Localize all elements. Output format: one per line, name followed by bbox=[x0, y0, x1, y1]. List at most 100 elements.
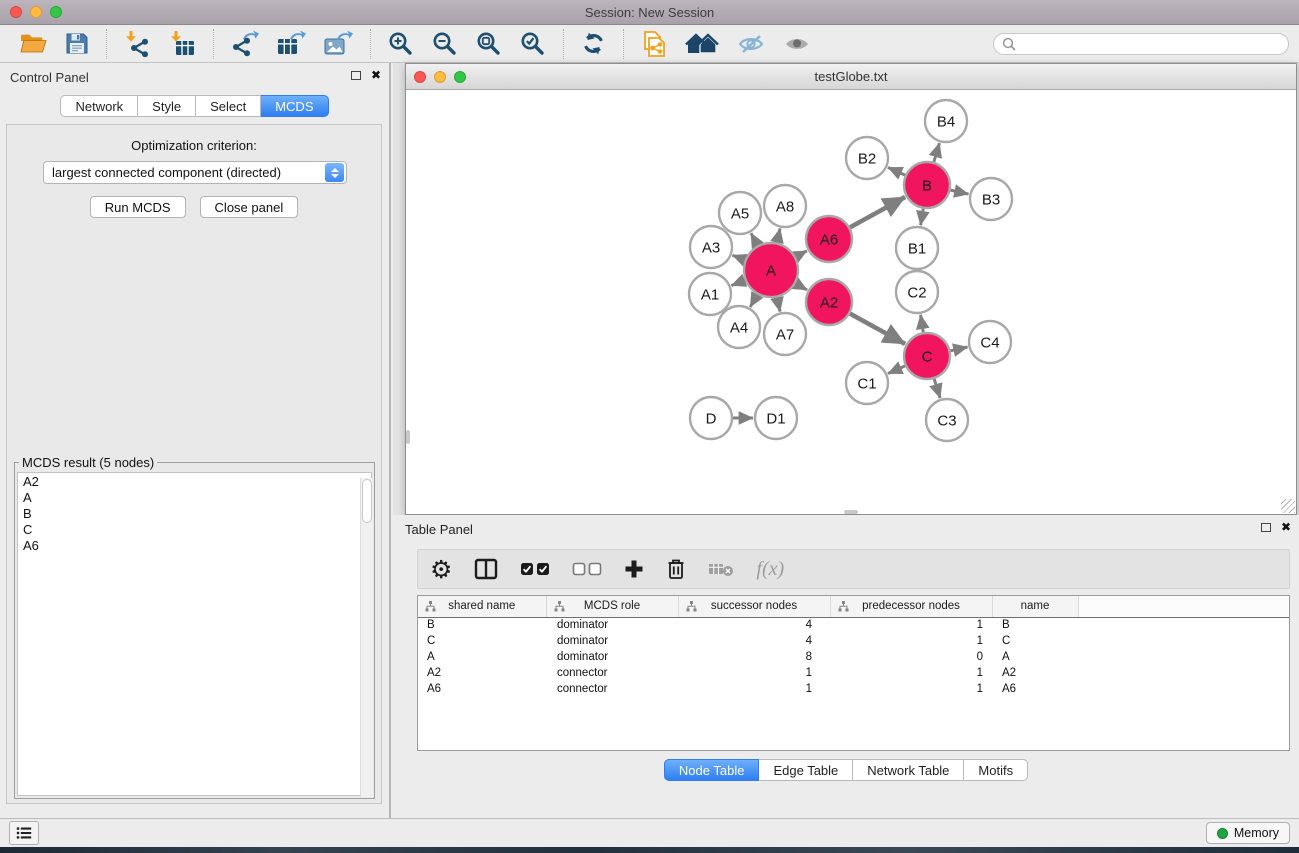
search-input[interactable] bbox=[1021, 36, 1280, 52]
result-item[interactable]: A2 bbox=[23, 474, 371, 490]
close-window-button[interactable] bbox=[10, 6, 22, 18]
delete-column-button[interactable] bbox=[666, 558, 686, 580]
graph-edge-A-A8[interactable] bbox=[777, 228, 780, 242]
graph-edge-A-A2[interactable] bbox=[796, 284, 808, 290]
graph-node-A8[interactable]: A8 bbox=[764, 185, 806, 227]
graph-node-D[interactable]: D bbox=[690, 397, 732, 439]
deselect-all-columns-button[interactable] bbox=[572, 562, 602, 576]
graph-node-A7[interactable]: A7 bbox=[764, 313, 806, 355]
column-header-name[interactable]: name bbox=[992, 596, 1078, 617]
minimize-network-window-button[interactable] bbox=[434, 71, 446, 83]
zoom-out-button[interactable] bbox=[427, 29, 463, 59]
result-item[interactable]: C bbox=[23, 522, 371, 538]
duplicate-network-button[interactable] bbox=[636, 28, 672, 60]
graph-edge-C-C2[interactable] bbox=[921, 315, 924, 333]
graph-node-B3[interactable]: B3 bbox=[970, 178, 1012, 220]
graph-edge-A-A1[interactable] bbox=[731, 280, 745, 285]
export-network-button[interactable] bbox=[226, 28, 264, 59]
scrollbar-thumb[interactable] bbox=[362, 479, 372, 523]
close-panel-icon[interactable]: ✖ bbox=[371, 70, 381, 80]
network-canvas[interactable]: B4B2BB3B1A5A8A6A3AA1C2A2A4A7C4CC1C3DD1 bbox=[406, 90, 1296, 514]
graph-node-C3[interactable]: C3 bbox=[926, 399, 968, 441]
table-row[interactable]: Cdominator41C bbox=[418, 633, 1289, 649]
table-settings-button[interactable]: ⚙ bbox=[430, 557, 452, 582]
add-column-button[interactable] bbox=[624, 559, 644, 579]
result-scrollbar[interactable] bbox=[360, 478, 373, 797]
graph-node-C1[interactable]: C1 bbox=[846, 362, 888, 404]
graph-node-B4[interactable]: B4 bbox=[925, 100, 967, 142]
result-item[interactable]: A bbox=[23, 490, 371, 506]
graph-edge-B-B2[interactable] bbox=[888, 167, 905, 175]
graph-node-D1[interactable]: D1 bbox=[755, 397, 797, 439]
import-network-button[interactable] bbox=[119, 28, 156, 59]
graph-node-C2[interactable]: C2 bbox=[896, 271, 938, 313]
graph-edge-C-C3[interactable] bbox=[934, 379, 940, 398]
run-mcds-button[interactable]: Run MCDS bbox=[90, 196, 186, 218]
graph-edge-A-A5[interactable] bbox=[751, 233, 758, 245]
tab-network[interactable]: Network bbox=[60, 95, 138, 117]
tab-mcds[interactable]: MCDS bbox=[261, 95, 328, 117]
column-header-shared-name[interactable]: shared name bbox=[418, 596, 546, 617]
zoom-selected-button[interactable] bbox=[515, 29, 551, 59]
table-row[interactable]: Bdominator41B bbox=[418, 617, 1289, 633]
close-network-window-button[interactable] bbox=[414, 71, 426, 83]
tab-select[interactable]: Select bbox=[196, 95, 261, 117]
graph-edge-A-A6[interactable] bbox=[796, 251, 807, 257]
zoom-network-window-button[interactable] bbox=[454, 71, 466, 83]
graph-node-A6[interactable]: A6 bbox=[806, 216, 852, 262]
graph-edge-B-B4[interactable] bbox=[934, 143, 940, 162]
import-table-button[interactable] bbox=[164, 28, 201, 59]
task-history-button[interactable] bbox=[9, 821, 39, 845]
tab-edge-table[interactable]: Edge Table bbox=[759, 759, 853, 781]
show-all-button[interactable] bbox=[778, 30, 816, 58]
delete-table-button[interactable] bbox=[708, 561, 734, 577]
graph-edge-C-C1[interactable] bbox=[888, 366, 905, 374]
resize-grip[interactable] bbox=[1281, 499, 1295, 513]
graph-node-C[interactable]: C bbox=[904, 333, 950, 379]
graph-node-A4[interactable]: A4 bbox=[718, 306, 760, 348]
zoom-fit-button[interactable] bbox=[471, 29, 507, 59]
graph-edge-A-A7[interactable] bbox=[777, 297, 780, 311]
memory-button[interactable]: Memory bbox=[1206, 822, 1290, 844]
zoom-in-button[interactable] bbox=[383, 29, 419, 59]
mcds-result-list[interactable]: A2ABCA6 bbox=[17, 472, 372, 796]
save-session-button[interactable] bbox=[60, 29, 94, 58]
graph-edge-A2-C[interactable] bbox=[850, 314, 905, 344]
graph-edge-A-A3[interactable] bbox=[732, 255, 744, 260]
float-panel-icon[interactable] bbox=[351, 71, 361, 80]
table-row[interactable]: A6connector11A6 bbox=[418, 681, 1289, 697]
export-image-button[interactable] bbox=[319, 28, 358, 59]
graph-node-B[interactable]: B bbox=[904, 162, 950, 208]
home-button[interactable] bbox=[680, 30, 724, 58]
graph-edge-A-A4[interactable] bbox=[750, 294, 757, 307]
tab-motifs[interactable]: Motifs bbox=[964, 759, 1028, 781]
graph-node-A[interactable]: A bbox=[744, 243, 798, 297]
graph-node-B1[interactable]: B1 bbox=[896, 227, 938, 269]
hide-selected-button[interactable] bbox=[732, 30, 770, 58]
graph-edge-B-B1[interactable] bbox=[921, 209, 924, 226]
graph-node-A2[interactable]: A2 bbox=[806, 279, 852, 325]
vertical-scroll-thumb[interactable] bbox=[406, 430, 410, 444]
close-table-panel-icon[interactable]: ✖ bbox=[1281, 522, 1291, 532]
split-view-button[interactable] bbox=[474, 558, 498, 580]
select-all-columns-button[interactable] bbox=[520, 562, 550, 576]
table-row[interactable]: A2connector11A2 bbox=[418, 665, 1289, 681]
graph-edge-A6-B[interactable] bbox=[850, 197, 905, 227]
tab-node-table[interactable]: Node Table bbox=[664, 759, 760, 781]
graph-node-B2[interactable]: B2 bbox=[846, 137, 888, 179]
optimization-criterion-select[interactable]: largest connected component (directed) bbox=[43, 161, 347, 184]
zoom-window-button[interactable] bbox=[50, 6, 62, 18]
column-header-successor-nodes[interactable]: successor nodes bbox=[678, 596, 830, 617]
result-item[interactable]: A6 bbox=[23, 538, 371, 554]
horizontal-scroll-thumb[interactable] bbox=[844, 510, 858, 514]
graph-edge-B-B3[interactable] bbox=[950, 190, 968, 194]
column-header-predecessor-nodes[interactable]: predecessor nodes bbox=[830, 596, 992, 617]
column-header-MCDS-role[interactable]: MCDS role bbox=[546, 596, 678, 617]
table-row[interactable]: Adominator80A bbox=[418, 649, 1289, 665]
graph-edge-C-C4[interactable] bbox=[950, 347, 967, 351]
float-table-panel-icon[interactable] bbox=[1261, 523, 1271, 532]
export-table-button[interactable] bbox=[272, 28, 311, 59]
graph-node-C4[interactable]: C4 bbox=[969, 321, 1011, 363]
result-item[interactable]: B bbox=[23, 506, 371, 522]
close-panel-button[interactable]: Close panel bbox=[200, 196, 299, 218]
